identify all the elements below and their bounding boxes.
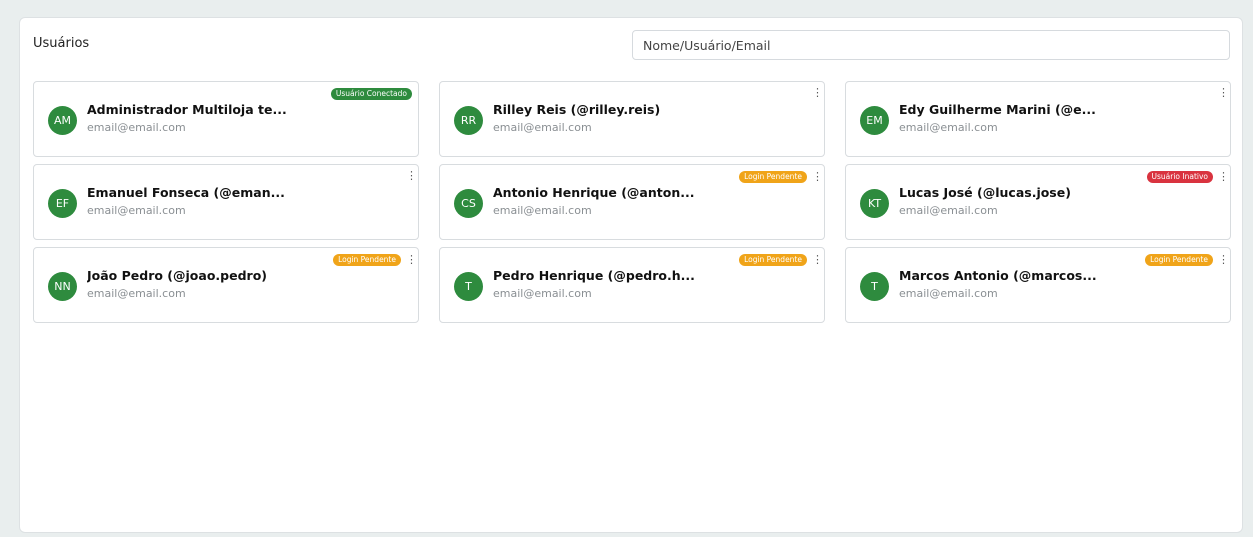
card-actions: Login Pendente ⋮ (739, 171, 823, 183)
card-actions: ⋮ (1218, 87, 1229, 98)
more-vertical-icon[interactable]: ⋮ (406, 254, 417, 265)
user-card[interactable]: EM Edy Guilherme Marini (@e... email@email… (845, 81, 1231, 157)
more-vertical-icon[interactable]: ⋮ (812, 254, 823, 265)
user-name: Edy Guilherme Marini (@e... (899, 102, 1096, 117)
card-actions: ⋮ (406, 170, 417, 181)
avatar: EM (860, 106, 889, 135)
card-actions: Usuário Conectado (330, 88, 412, 100)
page-title: Usuários (33, 36, 90, 51)
avatar: KT (860, 189, 889, 218)
users-panel: Usuários AM Administrador Multiloja te...… (19, 17, 1243, 533)
user-card[interactable]: RR Rilley Reis (@rilley.reis) email@email.… (439, 81, 825, 157)
user-card[interactable]: NN João Pedro (@joao.pedro) email@email.co… (33, 247, 419, 323)
more-vertical-icon[interactable]: ⋮ (1218, 87, 1229, 98)
user-email: email@email.com (493, 204, 592, 217)
status-badge: Login Pendente (739, 254, 807, 266)
card-actions: Usuário Inativo ⋮ (1146, 171, 1229, 183)
status-badge: Login Pendente (739, 171, 807, 183)
status-badge: Usuário Inativo (1146, 171, 1213, 183)
card-actions: Login Pendente ⋮ (1145, 254, 1229, 266)
status-badge: Login Pendente (1145, 254, 1213, 266)
search-input[interactable] (632, 30, 1230, 60)
avatar: AM (48, 106, 77, 135)
user-name: Emanuel Fonseca (@eman... (87, 185, 285, 200)
user-name: Administrador Multiloja te... (87, 102, 287, 117)
more-vertical-icon[interactable]: ⋮ (812, 171, 823, 182)
user-card[interactable]: EF Emanuel Fonseca (@eman... email@email.c… (33, 164, 419, 240)
more-vertical-icon[interactable]: ⋮ (1218, 254, 1229, 265)
user-email: email@email.com (87, 121, 186, 134)
user-card[interactable]: AM Administrador Multiloja te... email@ema… (33, 81, 419, 157)
user-card[interactable]: T Pedro Henrique (@pedro.h... email@email.… (439, 247, 825, 323)
user-email: email@email.com (87, 204, 186, 217)
user-name: Marcos Antonio (@marcos... (899, 268, 1097, 283)
user-email: email@email.com (899, 204, 998, 217)
user-email: email@email.com (899, 121, 998, 134)
avatar: CS (454, 189, 483, 218)
user-name: João Pedro (@joao.pedro) (87, 268, 267, 283)
user-name: Antonio Henrique (@anton... (493, 185, 695, 200)
user-email: email@email.com (493, 287, 592, 300)
user-name: Lucas José (@lucas.jose) (899, 185, 1071, 200)
more-vertical-icon[interactable]: ⋮ (812, 87, 823, 98)
card-actions: Login Pendente ⋮ (739, 254, 823, 266)
status-badge: Login Pendente (333, 254, 401, 266)
avatar: RR (454, 106, 483, 135)
avatar: EF (48, 189, 77, 218)
user-name: Rilley Reis (@rilley.reis) (493, 102, 661, 117)
user-card[interactable]: KT Lucas José (@lucas.jose) email@email.co… (845, 164, 1231, 240)
user-card-grid: AM Administrador Multiloja te... email@ema… (33, 81, 1231, 323)
card-actions: ⋮ (812, 87, 823, 98)
status-badge: Usuário Conectado (330, 88, 412, 100)
user-email: email@email.com (899, 287, 998, 300)
avatar: NN (48, 272, 77, 301)
more-vertical-icon[interactable]: ⋮ (406, 170, 417, 181)
user-card[interactable]: T Marcos Antonio (@marcos... email@email.c… (845, 247, 1231, 323)
user-name: Pedro Henrique (@pedro.h... (493, 268, 695, 283)
more-vertical-icon[interactable]: ⋮ (1218, 171, 1229, 182)
avatar: T (454, 272, 483, 301)
card-actions: Login Pendente ⋮ (333, 254, 417, 266)
avatar: T (860, 272, 889, 301)
user-card[interactable]: CS Antonio Henrique (@anton... email@email… (439, 164, 825, 240)
user-email: email@email.com (87, 287, 186, 300)
user-email: email@email.com (493, 121, 592, 134)
